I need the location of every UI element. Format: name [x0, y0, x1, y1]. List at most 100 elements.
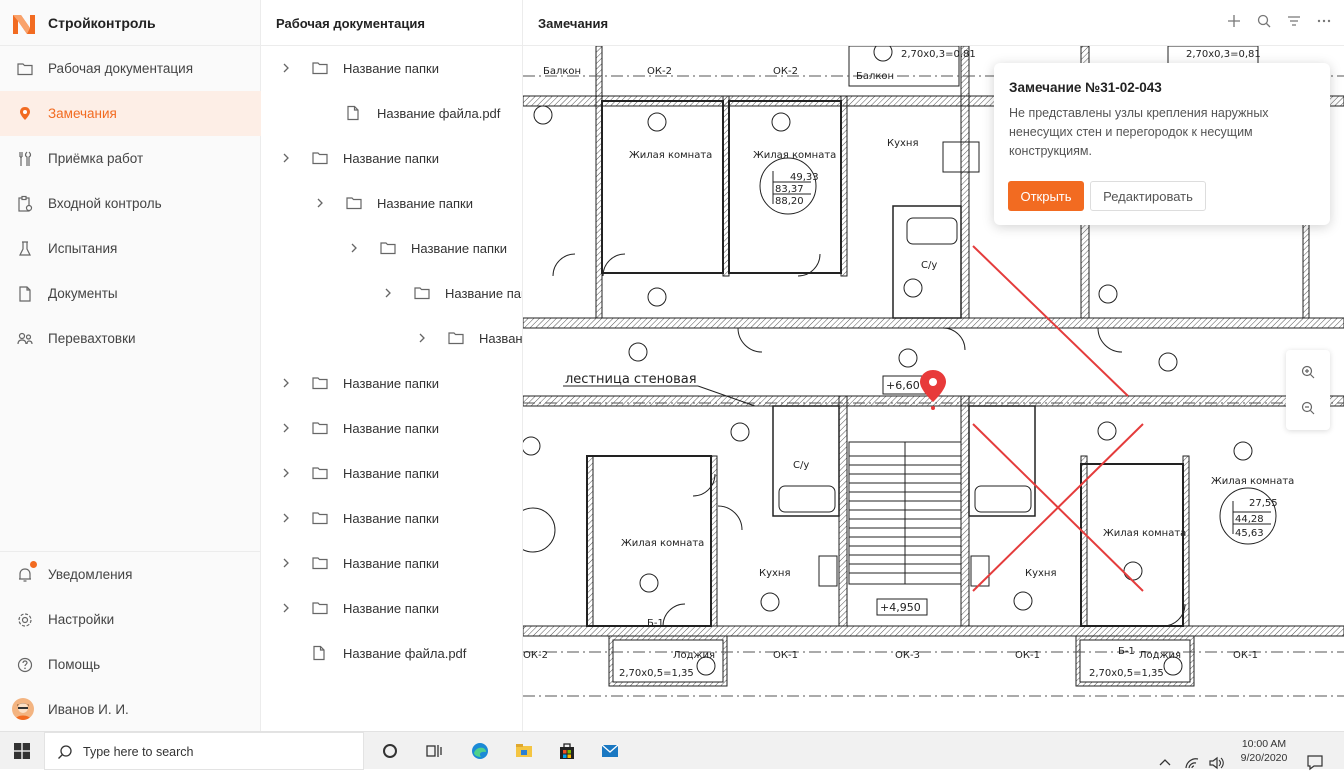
plan-level-lower: +4,950 — [880, 601, 921, 614]
chevron-right-icon[interactable] — [279, 556, 293, 570]
file-explorer-icon[interactable] — [514, 741, 534, 761]
taskbar-search-placeholder: Type here to search — [83, 745, 194, 759]
taskbar-search-box[interactable]: Type here to search — [44, 732, 364, 770]
sidebar-item-profile[interactable]: Иванов И. И. — [0, 687, 261, 732]
more-icon[interactable] — [1316, 13, 1332, 29]
search-icon[interactable] — [1256, 13, 1272, 29]
document-icon — [19, 285, 31, 302]
plan-area: 27,55 — [1249, 498, 1278, 509]
chevron-right-icon[interactable] — [381, 286, 395, 300]
sidebar-item-label: Уведомления — [48, 567, 133, 582]
sidebar-item-label: Испытания — [48, 241, 118, 256]
filter-icon[interactable] — [1286, 13, 1302, 29]
edge-browser-icon[interactable] — [470, 741, 490, 761]
wifi-icon[interactable] — [1184, 744, 1200, 782]
header-actions — [1226, 13, 1332, 29]
chevron-right-icon[interactable] — [347, 241, 361, 255]
chevron-right-icon[interactable] — [279, 511, 293, 525]
sidebar-item-tests[interactable]: Испытания — [0, 226, 261, 271]
tree-folder-row[interactable]: Название папки — [261, 226, 522, 271]
open-button[interactable]: Открыть — [1008, 181, 1084, 211]
folder-icon — [17, 62, 33, 75]
chevron-right-icon[interactable] — [279, 151, 293, 165]
plus-icon[interactable] — [1226, 13, 1242, 29]
chevron-right-icon[interactable] — [415, 331, 429, 345]
folder-icon — [312, 377, 328, 390]
tree-header: Рабочая документация — [261, 0, 522, 46]
plan-label-bath: С/у — [921, 260, 937, 271]
tree-folder-row[interactable]: Название папки — [261, 496, 522, 541]
zoom-in-icon[interactable] — [1300, 364, 1316, 380]
plan-label-dim: 2,70х0,3=0,81 — [901, 49, 976, 60]
tree-folder-row[interactable]: Название папки — [261, 136, 522, 181]
tree-item-label: Название папки — [343, 376, 439, 391]
edit-button[interactable]: Редактировать — [1090, 181, 1206, 211]
tree-folder-row[interactable]: Название папки — [261, 271, 522, 316]
task-view-icon[interactable] — [424, 741, 444, 761]
folder-icon — [312, 62, 328, 75]
tree-folder-row[interactable]: Название папки — [261, 46, 522, 91]
sidebar-item-incoming-control[interactable]: Входной контроль — [0, 181, 261, 226]
chevron-right-icon[interactable] — [313, 196, 327, 210]
sidebar-item-remarks[interactable]: Замечания — [0, 91, 261, 136]
plan-label-b1: Б-1 — [1118, 646, 1135, 657]
windows-start-icon[interactable] — [14, 743, 30, 759]
volume-icon[interactable] — [1208, 744, 1224, 782]
sidebar-item-settings[interactable]: Настройки — [0, 597, 261, 642]
folder-icon — [312, 512, 328, 525]
chevron-right-icon[interactable] — [279, 466, 293, 480]
plan-area: 49,33 — [790, 172, 819, 183]
chevron-right-icon[interactable] — [279, 376, 293, 390]
sidebar-item-notifications[interactable]: Уведомления — [0, 552, 261, 597]
plan-label-ok2: ОК-2 — [647, 66, 672, 77]
taskbar-clock[interactable]: 10:00 AM 9/20/2020 — [1232, 737, 1296, 765]
tree-folder-row[interactable]: Название папки — [261, 316, 522, 361]
sidebar-item-label: Рабочая документация — [48, 61, 194, 76]
tree-item-label: Название папки — [343, 151, 439, 166]
sidebar-item-shift-change[interactable]: Перевахтовки — [0, 316, 261, 361]
bell-icon — [19, 567, 31, 582]
chevron-right-icon[interactable] — [279, 61, 293, 75]
plan-label-living: Жилая комната — [629, 150, 712, 161]
zoom-out-icon[interactable] — [1300, 400, 1316, 416]
tree-folder-row[interactable]: Название папки — [261, 451, 522, 496]
folder-icon — [312, 152, 328, 165]
plan-level-upper: +6,60 — [886, 379, 920, 392]
sidebar-item-help[interactable]: Помощь — [0, 642, 261, 687]
cortana-icon[interactable] — [380, 741, 400, 761]
mail-icon[interactable] — [600, 741, 620, 761]
plan-area: 83,37 — [775, 184, 804, 195]
tree-item-label: Название папки — [445, 286, 522, 301]
brand-title: Стройконтроль — [48, 15, 156, 31]
plan-label-bath: С/у — [793, 460, 809, 471]
clipboard-icon — [18, 195, 33, 212]
folder-icon — [312, 467, 328, 480]
sidebar-item-working-docs[interactable]: Рабочая документация — [0, 46, 261, 91]
store-icon[interactable] — [557, 741, 577, 761]
plan-label-balcony: Балкон — [856, 71, 894, 82]
brand[interactable]: Стройконтроль — [0, 0, 261, 46]
tree-title: Рабочая документация — [276, 16, 425, 31]
folder-icon — [312, 602, 328, 615]
tree-folder-row[interactable]: Название папки — [261, 406, 522, 451]
location-pin-icon — [20, 106, 30, 120]
tray-chevron-up-icon[interactable] — [1158, 744, 1172, 782]
chevron-right-icon[interactable] — [279, 601, 293, 615]
plan-area: 88,20 — [775, 196, 804, 207]
sidebar-item-label: Входной контроль — [48, 196, 162, 211]
tree-file-row[interactable]: Название файла.pdf — [261, 91, 522, 136]
sidebar-item-acceptance[interactable]: Приёмка работ — [0, 136, 261, 181]
tree-item-label: Название папки — [343, 421, 439, 436]
tree-folder-row[interactable]: Название папки — [261, 586, 522, 631]
gear-icon — [18, 612, 32, 627]
tree-file-row[interactable]: Название файла.pdf — [261, 631, 522, 676]
tree-item-label: Название папки — [343, 466, 439, 481]
tree-folder-row[interactable]: Название папки — [261, 361, 522, 406]
action-center-icon[interactable] — [1306, 743, 1324, 781]
tree-folder-row[interactable]: Название папки — [261, 541, 522, 586]
sidebar-item-documents[interactable]: Документы — [0, 271, 261, 316]
remark-title: Замечание №31-02-043 — [1009, 80, 1162, 95]
chevron-right-icon[interactable] — [279, 421, 293, 435]
tree-folder-row[interactable]: Название папки — [261, 181, 522, 226]
plan-label-ok2: ОК-2 — [773, 66, 798, 77]
